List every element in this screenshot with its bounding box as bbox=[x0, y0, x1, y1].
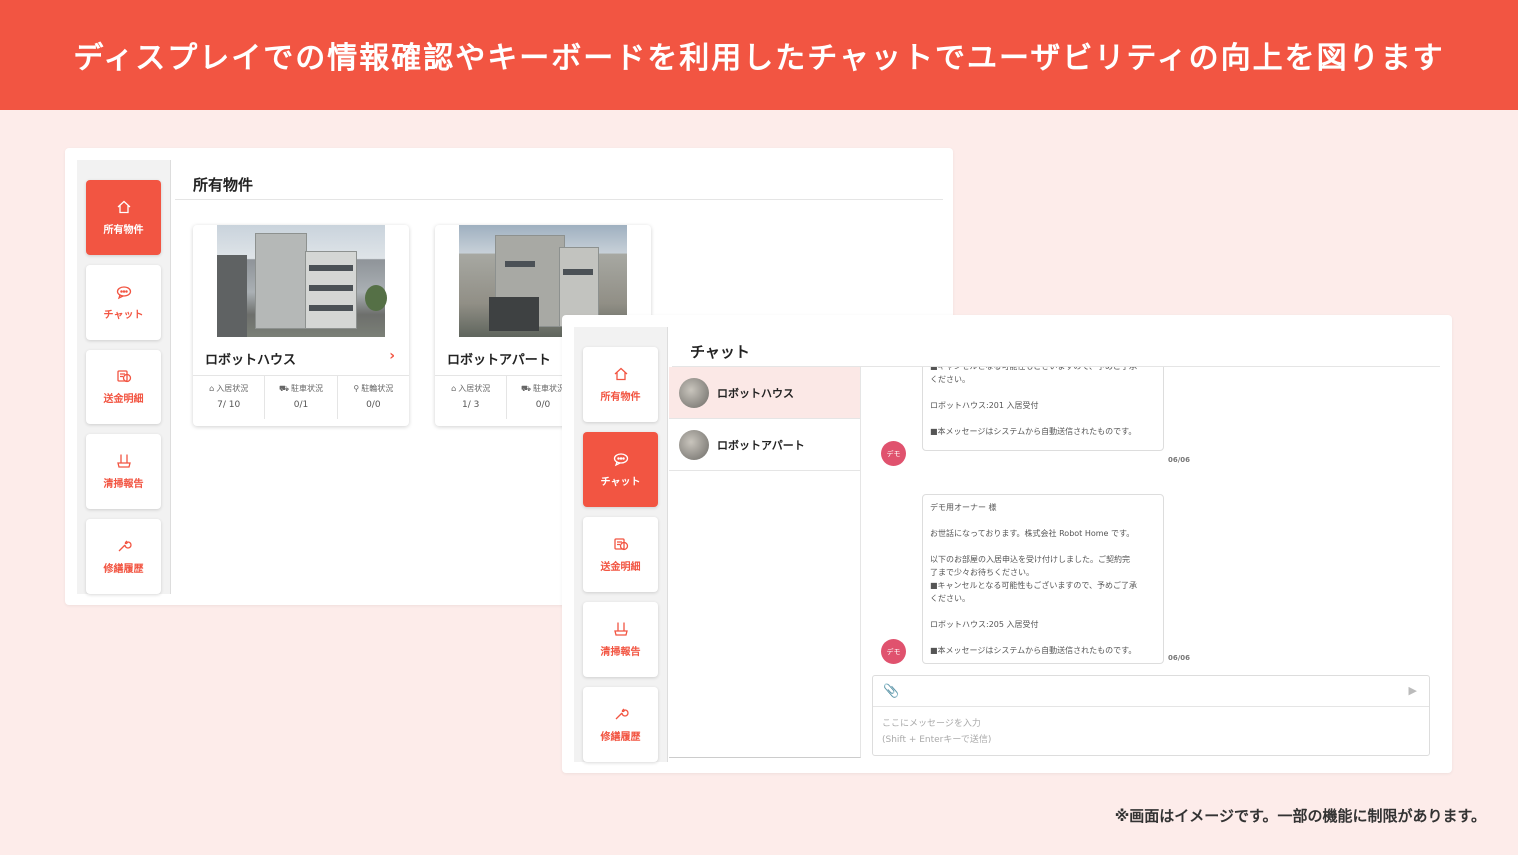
chat-room-list: ロボットハウス ロボットアパート bbox=[669, 367, 861, 758]
nav-item-cleaning[interactable]: 清掃報告 bbox=[583, 602, 658, 677]
occupancy-stat: ⌂ 入居状況 7/ 10 bbox=[193, 376, 266, 419]
paperclip-icon[interactable]: 📎 bbox=[883, 684, 899, 699]
avatar: デモ bbox=[881, 441, 906, 466]
send-icon[interactable]: ▶ bbox=[1409, 684, 1417, 697]
stat-label: 駐輪状況 bbox=[361, 384, 394, 393]
parking-stat: ⛟ 駐車状況 0/1 bbox=[265, 376, 338, 419]
chat-bubble-icon bbox=[613, 453, 628, 467]
chat-bubble-icon bbox=[116, 286, 131, 299]
car-icon: ⛟ bbox=[520, 384, 532, 393]
property-name: ロボットハウス bbox=[205, 353, 297, 368]
sidebar: 所有物件 チャット 送金明細 清掃報告 修繕履歴 bbox=[77, 160, 171, 594]
message-bubble: デモ用オーナー 様 お世話になっております。株式会社 Robot Home です… bbox=[922, 494, 1164, 664]
nav-item-repairs[interactable]: 修繕履歴 bbox=[583, 687, 658, 762]
nav-item-label: 送金明細 bbox=[103, 394, 144, 406]
occupancy-stat: ⌂ 入居状況 1/ 3 bbox=[435, 376, 508, 419]
nav-item-chat[interactable]: チャット bbox=[86, 264, 161, 340]
chat-room-name: ロボットハウス bbox=[717, 386, 794, 400]
chat-room-name: ロボットアパート bbox=[717, 438, 805, 452]
sidebar: 所有物件 チャット 送金明細 清掃報告 修繕履歴 bbox=[574, 327, 668, 762]
home-icon bbox=[614, 367, 627, 381]
car-icon: ⛟ bbox=[278, 384, 290, 393]
nav-item-remittance[interactable]: 送金明細 bbox=[86, 349, 161, 425]
property-name: ロボットアパート bbox=[447, 353, 551, 368]
message-timestamp: 06/06 bbox=[1168, 654, 1191, 662]
house-icon: ⌂ bbox=[451, 384, 457, 393]
message-bubble: ■キャンセルとなる可能性もございますので、予めご了承 ください。 ロボットハウス… bbox=[922, 367, 1164, 451]
nav-item-properties[interactable]: 所有物件 bbox=[583, 347, 658, 422]
banner-headline: ディスプレイでの情報確認やキーボードを利用したチャットでユーザビリティの向上を図… bbox=[73, 41, 1445, 76]
stat-value: 7/ 10 bbox=[217, 400, 241, 410]
house-icon: ⌂ bbox=[209, 384, 215, 393]
message-input-placeholder: ここにメッセージを入力 bbox=[882, 719, 981, 729]
nav-item-chat[interactable]: チャット bbox=[583, 432, 658, 507]
stat-value: 0/0 bbox=[366, 400, 381, 410]
money-icon bbox=[116, 370, 131, 383]
nav-item-label: チャット bbox=[103, 309, 144, 321]
nav-item-label: 清掃報告 bbox=[600, 647, 641, 658]
nav-item-label: 修繕履歴 bbox=[103, 564, 144, 576]
message-timestamp: 06/06 bbox=[1168, 456, 1191, 464]
stat-label: 入居状況 bbox=[458, 384, 491, 393]
nav-item-remittance[interactable]: 送金明細 bbox=[583, 517, 658, 592]
composer-toolbar: 📎 ▶ bbox=[873, 676, 1429, 707]
nav-item-label: 送金明細 bbox=[600, 562, 641, 573]
page-title: チャット bbox=[672, 331, 1440, 367]
nav-item-properties[interactable]: 所有物件 bbox=[86, 180, 161, 255]
message-input[interactable]: ここにメッセージを入力 (Shift + Enterキーで送信) bbox=[882, 716, 991, 748]
stat-value: 1/ 3 bbox=[461, 400, 480, 410]
wrench-icon bbox=[118, 540, 132, 552]
chat-window: 所有物件 チャット 送金明細 清掃報告 修繕履歴 チャット ロボットハウス ロボ… bbox=[562, 315, 1452, 773]
avatar bbox=[679, 377, 709, 408]
bicycle-stat: ⚲ 駐輪状況 0/0 bbox=[338, 376, 409, 419]
stat-label: 駐車状況 bbox=[533, 384, 566, 393]
header-banner: ディスプレイでの情報確認やキーボードを利用したチャットでユーザビリティの向上を図… bbox=[0, 0, 1518, 110]
broom-icon bbox=[116, 454, 131, 468]
wrench-icon bbox=[615, 708, 629, 720]
stat-value: 0/0 bbox=[535, 400, 551, 410]
chat-room-item[interactable]: ロボットアパート bbox=[669, 419, 860, 471]
property-card[interactable]: ロボットハウス › ⌂ 入居状況 7/ 10 ⛟ 駐車状況 0/1 ⚲ 駐輪状況 0/… bbox=[193, 225, 409, 426]
nav-item-label: チャット bbox=[600, 477, 641, 488]
broom-icon bbox=[613, 622, 628, 636]
stat-value: 0/1 bbox=[293, 400, 309, 410]
avatar: デモ bbox=[881, 639, 906, 664]
nav-item-repairs[interactable]: 修繕履歴 bbox=[86, 519, 161, 594]
bicycle-icon: ⚲ bbox=[353, 384, 360, 393]
property-photo bbox=[217, 225, 387, 337]
money-icon bbox=[613, 538, 628, 551]
message-composer: 📎 ▶ ここにメッセージを入力 (Shift + Enterキーで送信) bbox=[872, 675, 1430, 756]
nav-item-label: 修繕履歴 bbox=[600, 732, 641, 743]
nav-item-label: 清掃報告 bbox=[103, 479, 144, 491]
message-thread: ■キャンセルとなる可能性もございますので、予めご了承 ください。 ロボットハウス… bbox=[862, 367, 1440, 665]
avatar bbox=[679, 429, 709, 460]
property-stats: ⌂ 入居状況 7/ 10 ⛟ 駐車状況 0/1 ⚲ 駐輪状況 0/0 bbox=[193, 375, 409, 419]
nav-item-cleaning[interactable]: 清掃報告 bbox=[86, 434, 161, 510]
chat-room-item[interactable]: ロボットハウス bbox=[669, 367, 860, 419]
stat-label: 駐車状況 bbox=[291, 384, 324, 393]
disclaimer-note: ※画面はイメージです。一部の機能に制限があります。 bbox=[1114, 807, 1486, 825]
page-title: 所有物件 bbox=[175, 162, 943, 200]
message-input-hint: (Shift + Enterキーで送信) bbox=[882, 735, 992, 745]
nav-item-label: 所有物件 bbox=[103, 224, 144, 236]
home-icon bbox=[117, 200, 130, 214]
nav-item-label: 所有物件 bbox=[600, 392, 641, 403]
stat-label: 入居状況 bbox=[216, 384, 249, 393]
chevron-right-icon[interactable]: › bbox=[389, 348, 395, 364]
